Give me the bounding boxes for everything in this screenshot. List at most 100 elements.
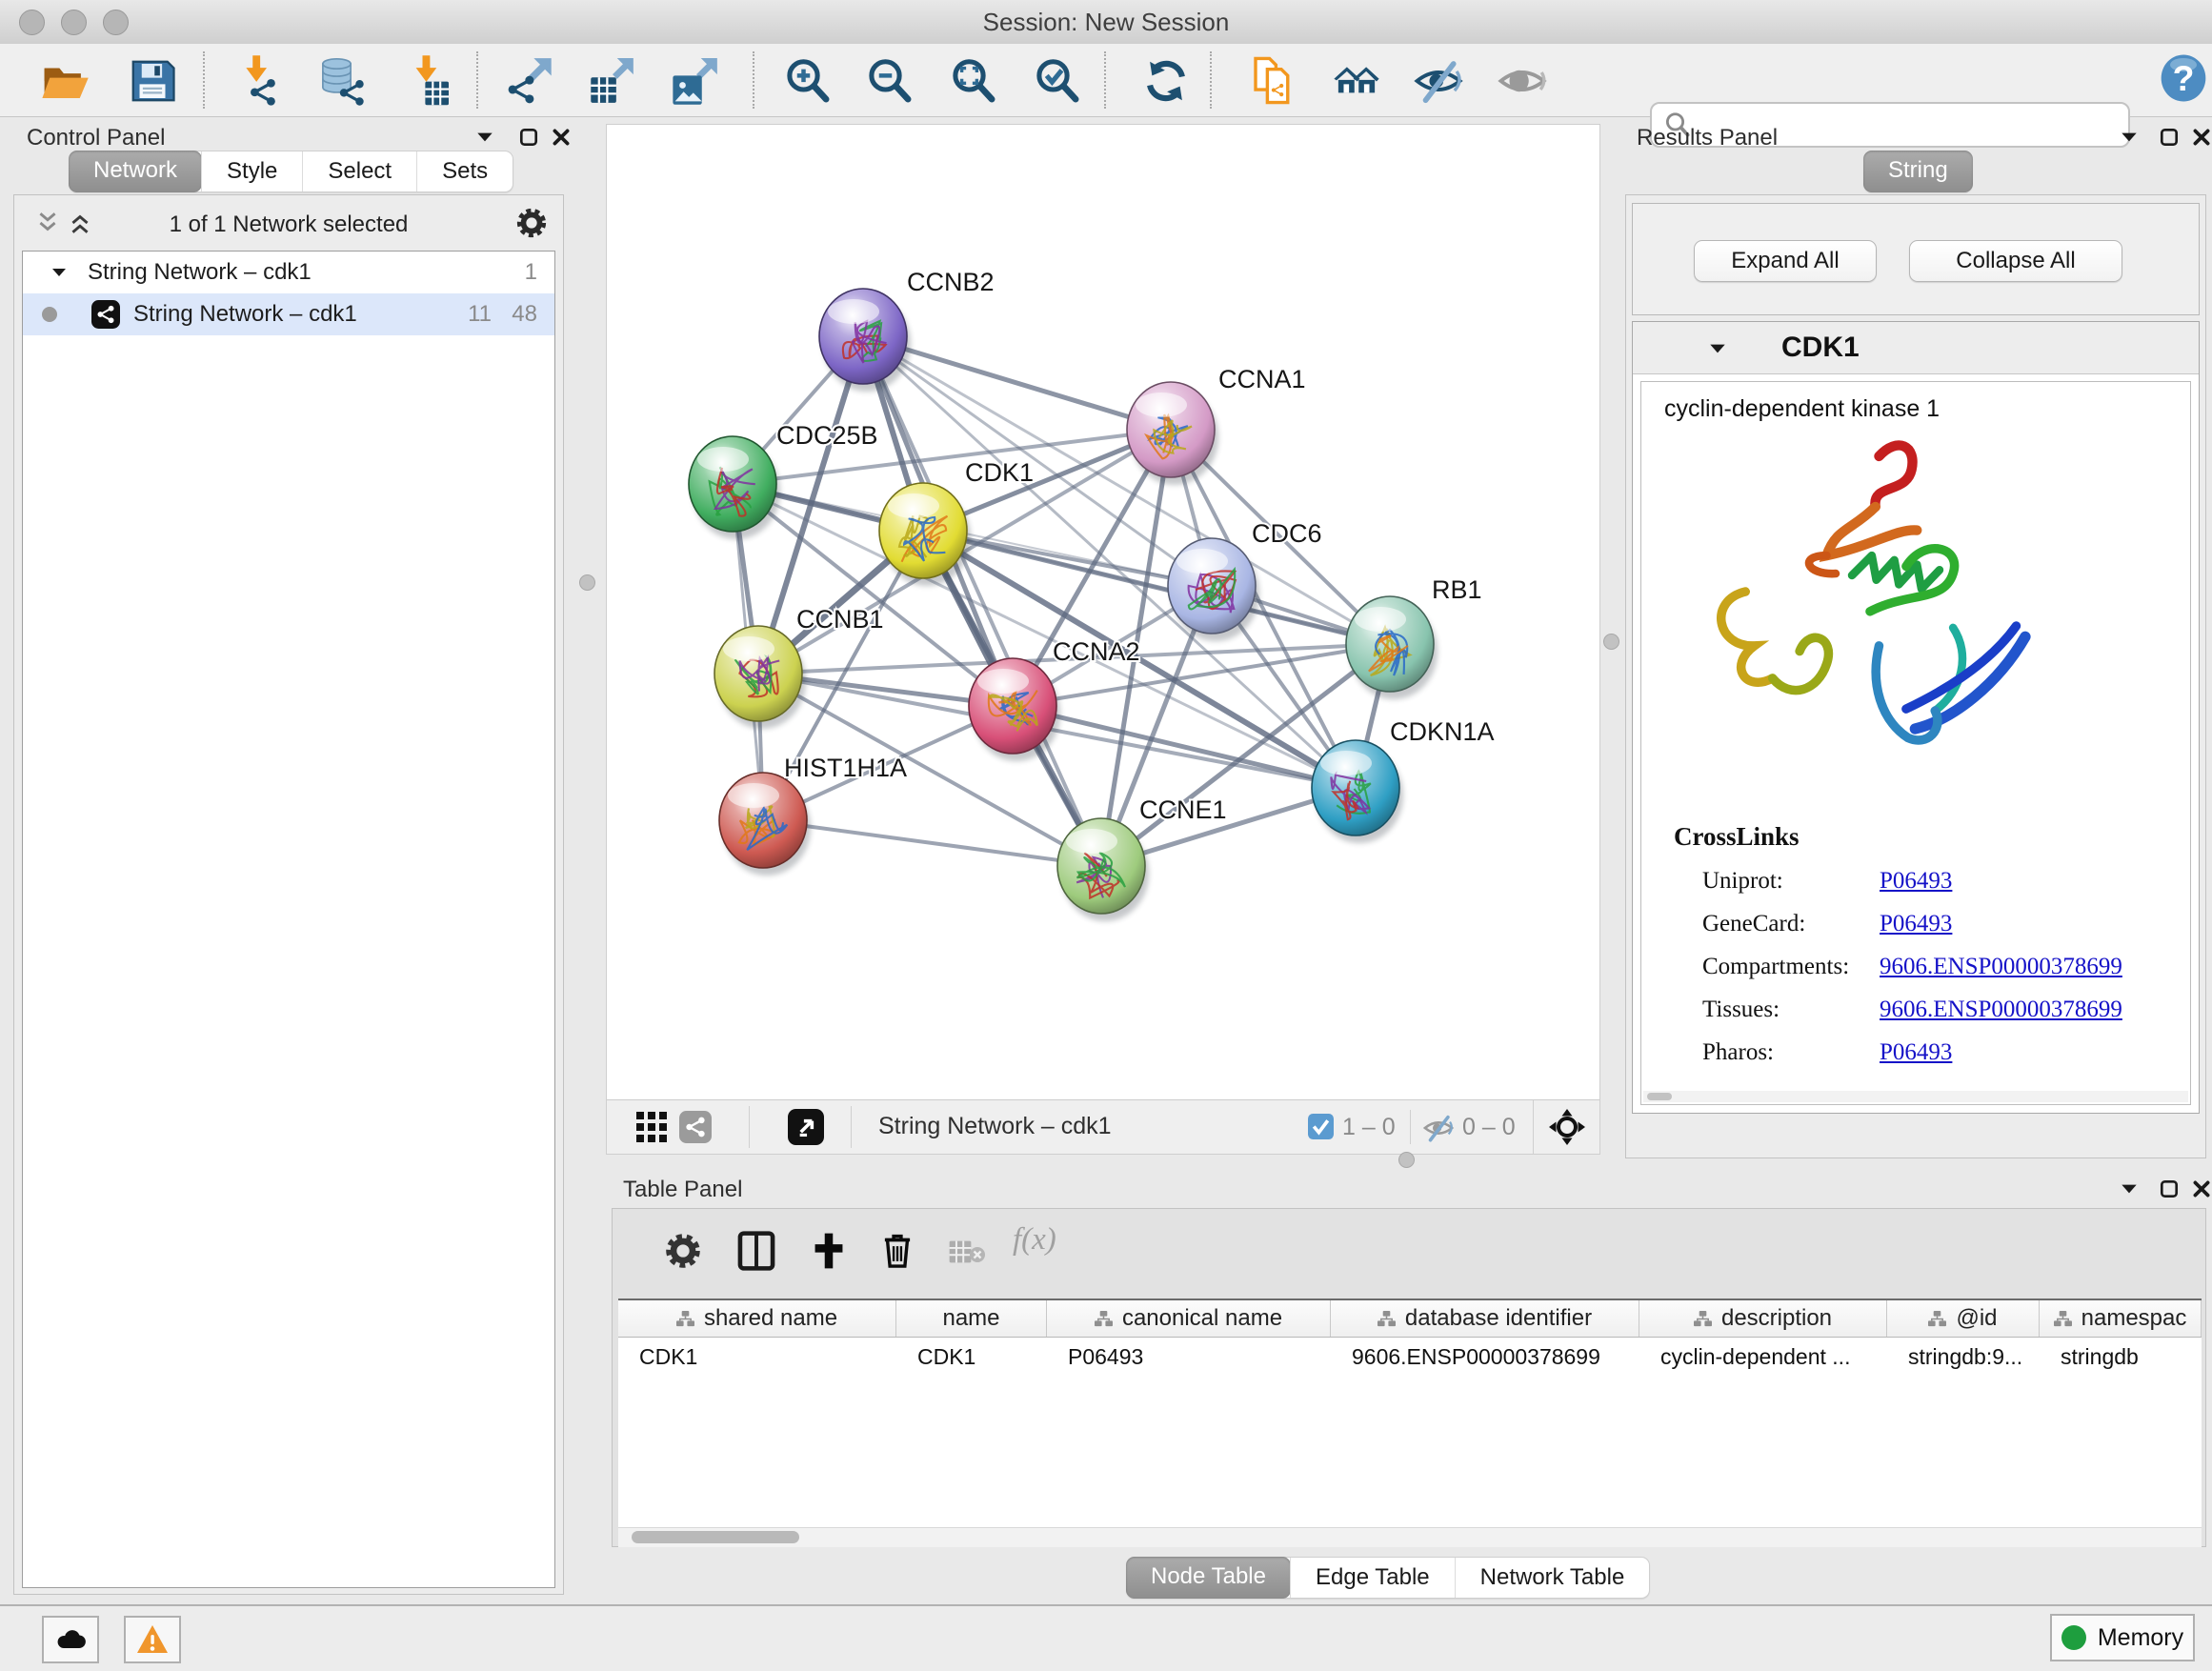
- node-CCNA1[interactable]: [1127, 382, 1215, 477]
- panel-close-icon[interactable]: [2191, 127, 2212, 148]
- table-cell[interactable]: CDK1: [618, 1338, 896, 1376]
- panel-close-icon[interactable]: [551, 127, 572, 148]
- splitter-handle[interactable]: [1398, 1152, 1415, 1168]
- splitter-handle[interactable]: [579, 574, 595, 591]
- tab-string[interactable]: String: [1863, 151, 1973, 192]
- tab-node-table[interactable]: Node Table: [1126, 1557, 1291, 1599]
- zoom-out-icon[interactable]: [863, 54, 916, 108]
- tab-select[interactable]: Select: [302, 151, 416, 191]
- cloud-button[interactable]: [42, 1616, 99, 1663]
- scrollbar-thumb[interactable]: [632, 1531, 799, 1543]
- node-CCNB2[interactable]: [819, 289, 907, 384]
- tab-style[interactable]: Style: [201, 151, 302, 191]
- save-session-icon[interactable]: [126, 54, 179, 108]
- network-list: String Network – cdk1 1 String Network –…: [22, 251, 555, 1588]
- export-image-icon[interactable]: [669, 54, 722, 108]
- export-table-icon[interactable]: [585, 54, 638, 108]
- network-row-selected[interactable]: String Network – cdk1 11 48: [23, 293, 554, 335]
- panel-menu-icon[interactable]: [2119, 127, 2140, 148]
- refresh-view-icon[interactable]: [1139, 54, 1193, 108]
- table-cell[interactable]: cyclin-dependent ...: [1639, 1338, 1887, 1376]
- panel-float-icon[interactable]: [518, 127, 539, 148]
- zoom-fit-icon[interactable]: [947, 54, 1000, 108]
- node-CDC6[interactable]: [1168, 538, 1256, 634]
- expand-all-button[interactable]: Expand All: [1694, 240, 1877, 282]
- copy-network-icon[interactable]: [1246, 54, 1299, 108]
- crosslink-link[interactable]: 9606.ENSP00000378699: [1880, 954, 2122, 980]
- column-header-description[interactable]: description: [1639, 1300, 1887, 1337]
- first-neighbors-icon[interactable]: [1330, 54, 1383, 108]
- column-header-canonical-name[interactable]: canonical name: [1047, 1300, 1331, 1337]
- section-collapse-icon[interactable]: [1707, 338, 1728, 359]
- panel-float-icon[interactable]: [2159, 127, 2180, 148]
- table-cell[interactable]: P06493: [1047, 1338, 1331, 1376]
- crosslink-link[interactable]: P06493: [1880, 868, 1952, 895]
- memory-button[interactable]: Memory: [2050, 1614, 2195, 1661]
- add-column-icon[interactable]: [809, 1230, 849, 1272]
- warning-button[interactable]: [124, 1616, 181, 1663]
- table-hscrollbar[interactable]: [618, 1527, 2202, 1547]
- grid-view-icon[interactable]: [635, 1111, 668, 1143]
- table-settings-gear-icon[interactable]: [664, 1232, 702, 1270]
- column-header-name[interactable]: name: [896, 1300, 1047, 1337]
- crosslink-link[interactable]: P06493: [1880, 911, 1952, 937]
- collection-expand-icon[interactable]: [50, 263, 69, 282]
- network-canvas[interactable]: CCNB2CCNA1CDC25BCDK1CDC6RB1CCNB1CCNA2CDK…: [607, 125, 1599, 1100]
- table-row[interactable]: CDK1CDK1P064939606.ENSP00000378699cyclin…: [618, 1338, 2202, 1376]
- network-collection-row[interactable]: String Network – cdk1 1: [23, 252, 554, 293]
- share-view-icon[interactable]: [679, 1111, 712, 1143]
- zoom-selected-icon[interactable]: [1031, 54, 1084, 108]
- toolbar-separator: [1104, 51, 1106, 109]
- panel-menu-icon[interactable]: [2119, 1178, 2140, 1199]
- node-CCNE1[interactable]: [1057, 818, 1145, 914]
- column-header-database-identifier[interactable]: database identifier: [1331, 1300, 1639, 1337]
- zoom-in-icon[interactable]: [781, 54, 835, 108]
- show-columns-icon[interactable]: [736, 1230, 776, 1272]
- table-cell[interactable]: stringdb: [2040, 1338, 2202, 1376]
- show-all-icon[interactable]: [1496, 54, 1549, 108]
- tab-network-table[interactable]: Network Table: [1455, 1558, 1650, 1598]
- panel-close-icon[interactable]: [2191, 1178, 2212, 1199]
- import-network-database-icon[interactable]: [314, 54, 368, 108]
- crosslink-link[interactable]: P06493: [1880, 1039, 1952, 1066]
- node-HIST1H1A[interactable]: [719, 773, 807, 868]
- results-hscrollbar[interactable]: [1643, 1091, 2188, 1102]
- column-header--id[interactable]: @id: [1887, 1300, 2040, 1337]
- import-network-file-icon[interactable]: [232, 54, 286, 108]
- node-CCNB1[interactable]: [714, 626, 802, 721]
- node-RB1[interactable]: [1346, 596, 1434, 692]
- gene-section-header[interactable]: CDK1: [1633, 322, 2199, 374]
- node-CDC25B[interactable]: [689, 436, 776, 532]
- hidden-eye-slash-icon[interactable]: [1422, 1112, 1455, 1144]
- node-CCNA2[interactable]: [969, 658, 1056, 754]
- selected-checkbox-icon[interactable]: [1308, 1114, 1334, 1139]
- node-CDK1[interactable]: [879, 483, 967, 578]
- tab-network[interactable]: Network: [69, 151, 202, 192]
- column-header-shared-name[interactable]: shared name: [618, 1300, 896, 1337]
- export-network-icon[interactable]: [503, 54, 556, 108]
- tab-edge-table[interactable]: Edge Table: [1290, 1558, 1455, 1598]
- delete-column-icon[interactable]: [877, 1228, 917, 1272]
- table-cell[interactable]: CDK1: [896, 1338, 1047, 1376]
- detach-view-icon[interactable]: [788, 1109, 824, 1145]
- scrollbar-thumb[interactable]: [1647, 1093, 1672, 1100]
- column-header-namespac[interactable]: namespac: [2040, 1300, 2202, 1337]
- open-session-icon[interactable]: [38, 54, 91, 108]
- edge-CCNB2-CCNE1[interactable]: [863, 336, 1101, 866]
- tab-sets[interactable]: Sets: [416, 151, 513, 191]
- edge-HIST1H1A-CCNE1[interactable]: [763, 820, 1101, 866]
- panel-float-icon[interactable]: [2159, 1178, 2180, 1199]
- network-options-gear-icon[interactable]: [515, 207, 548, 239]
- hide-selected-icon[interactable]: [1412, 54, 1465, 108]
- shared-column-icon: [1095, 1310, 1113, 1328]
- help-icon[interactable]: ?: [2157, 51, 2210, 105]
- panel-menu-icon[interactable]: [474, 127, 495, 148]
- table-cell[interactable]: stringdb:9...: [1887, 1338, 2040, 1376]
- import-table-icon[interactable]: [400, 54, 453, 108]
- node-CDKN1A[interactable]: [1312, 740, 1399, 836]
- crosslink-link[interactable]: 9606.ENSP00000378699: [1880, 997, 2122, 1023]
- table-cell[interactable]: 9606.ENSP00000378699: [1331, 1338, 1639, 1376]
- splitter-handle[interactable]: [1603, 634, 1619, 650]
- birdseye-crosshair-icon[interactable]: [1548, 1108, 1586, 1146]
- collapse-all-button[interactable]: Collapse All: [1909, 240, 2122, 282]
